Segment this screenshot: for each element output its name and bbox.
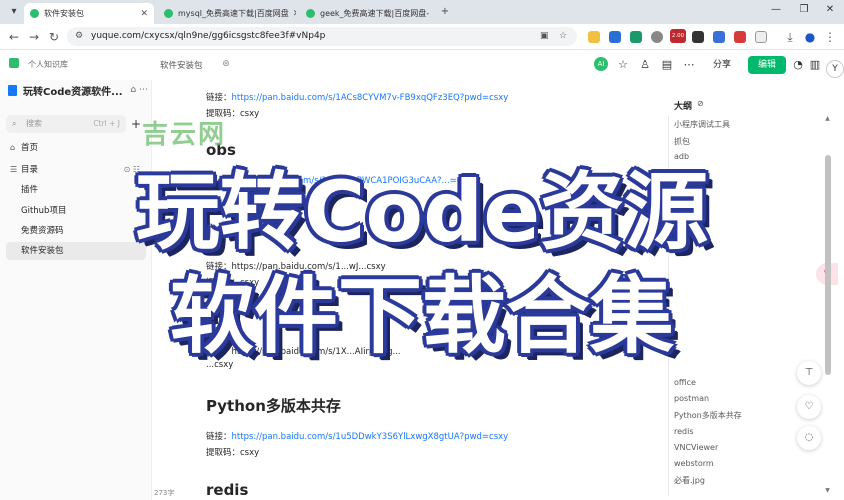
doc-link[interactable]: https://pan.baidu.com/s/1u5DDwkY3S6YlLxw… — [232, 432, 509, 442]
doc-heading: redis — [206, 481, 249, 499]
like-icon[interactable]: ♡ — [797, 395, 821, 419]
outline-item[interactable]: 小程序调试工具 — [674, 119, 730, 130]
tab-search-icon[interactable]: ▾ — [6, 4, 22, 20]
outline-item[interactable]: adb — [674, 152, 689, 161]
forward-icon[interactable]: → — [26, 29, 42, 45]
tab-geek[interactable]: geek_免费高速下载|百度网盘- ✕ — [300, 3, 434, 24]
eye-off-icon[interactable]: ⊘ — [697, 99, 704, 108]
outline-item[interactable]: 必看.jpg — [674, 475, 705, 486]
overlay-title-line2: 软件下载合集 — [169, 267, 674, 365]
extension-icon[interactable] — [713, 31, 725, 43]
tab-label: 软件安装包 — [44, 9, 84, 18]
watermark-text: 吉云网 — [142, 120, 227, 150]
search-icon: ⌕ — [12, 119, 17, 128]
home-icon: ⌂ — [10, 143, 16, 152]
outline-item[interactable]: webstorm — [674, 459, 714, 468]
back-to-top-icon[interactable]: ⊤ — [797, 361, 821, 385]
bookmark-star-icon[interactable]: ☆ — [559, 27, 567, 46]
share-button[interactable]: 分享 — [713, 57, 731, 70]
reload-icon[interactable]: ↻ — [46, 29, 62, 45]
site-info-icon[interactable]: ⚙ — [75, 27, 83, 46]
star-icon[interactable]: ☆ — [616, 58, 630, 71]
address-bar[interactable]: ⚙ yuque.com/cxycsx/qln9ne/gg6icsgstc8fee… — [67, 27, 577, 46]
tab-close-icon[interactable]: ✕ — [429, 9, 434, 19]
comment-icon[interactable]: ◌ — [797, 426, 821, 450]
link-label: 链接： — [206, 432, 232, 442]
maximize-icon[interactable]: ❐ — [794, 4, 814, 15]
link-label: 链接： — [206, 93, 232, 103]
sidebar-item-home[interactable]: ⌂ 首页 — [6, 139, 146, 157]
share-scope-icon[interactable]: ⊛ — [219, 59, 233, 69]
search-shortcut: Ctrl + J — [93, 119, 120, 128]
menu-kebab-icon[interactable]: ⋮ — [822, 29, 838, 45]
folder-extension-icon[interactable] — [588, 31, 600, 43]
tab-label: geek_免费高速下载|百度网盘- — [320, 9, 430, 18]
scroll-up-icon[interactable]: ▲ — [823, 115, 832, 125]
outline-item[interactable]: postman — [674, 394, 709, 403]
extensions-puzzle-icon[interactable] — [755, 31, 767, 43]
yuque-favicon-icon — [30, 9, 39, 18]
back-icon[interactable]: ← — [6, 29, 22, 45]
panel-toggle-icon[interactable]: ▥ — [808, 58, 822, 71]
tab-active[interactable]: 软件安装包 ✕ — [24, 3, 154, 24]
doc-line: 链接：https://pan.baidu.com/s/1u5DDwkY3S6Yl… — [206, 430, 508, 442]
outline-item[interactable]: office — [674, 378, 696, 387]
edit-button[interactable]: 编辑 — [748, 56, 786, 74]
search-placeholder: 搜索 — [26, 119, 42, 128]
breadcrumb[interactable]: 软件安装包 — [160, 59, 203, 71]
assistant-logo-icon[interactable]: Y — [826, 60, 844, 78]
avatar[interactable]: AI — [594, 57, 608, 71]
personal-kb-link[interactable]: 个人知识库 — [28, 59, 68, 70]
url-text: yuque.com/cxycsx/qln9ne/gg6icsgstc8fee3f… — [91, 31, 326, 41]
tab-mysql[interactable]: mysql_免费高速下载|百度网盘 ✕ — [158, 3, 296, 24]
chat-icon[interactable]: ◔ — [791, 58, 805, 71]
add-doc-button[interactable]: + — [131, 115, 141, 133]
tab-label: mysql_免费高速下载|百度网盘 — [178, 9, 289, 18]
screen-cast-icon[interactable]: ▣ — [540, 27, 549, 46]
kb-title-text: 玩转Code资源软件... — [23, 86, 123, 98]
outline-item[interactable]: VNCViewer — [674, 443, 718, 452]
extension-icon[interactable] — [692, 31, 704, 43]
minimize-icon[interactable]: — — [766, 4, 786, 15]
search-input[interactable]: ⌕ 搜索 Ctrl + J — [6, 115, 126, 133]
yuque-logo-icon[interactable] — [9, 58, 19, 68]
browser-tab-strip: ▾ 软件安装包 ✕ mysql_免费高速下载|百度网盘 ✕ geek_免费高速下… — [0, 0, 844, 24]
profile-icon[interactable]: ● — [802, 29, 818, 45]
more-icon[interactable]: ⋯ — [682, 58, 696, 71]
outline-item[interactable]: Python多版本共存 — [674, 410, 742, 421]
overlay-title-line1: 玩转Code资源 — [135, 163, 709, 261]
doc-heading: Python多版本共存 — [206, 397, 341, 415]
outline-title: 大纲 — [674, 102, 693, 112]
book-icon — [8, 84, 17, 96]
extension-icon[interactable] — [734, 31, 746, 43]
tab-close-icon[interactable]: ✕ — [289, 9, 296, 19]
extension-icon[interactable] — [609, 31, 621, 43]
sidebar-item-label: 首页 — [21, 143, 39, 153]
badge-extension-icon[interactable]: 2.00 — [670, 29, 686, 43]
tab-close-icon[interactable]: ✕ — [136, 9, 148, 19]
download-icon[interactable]: ⤓ — [782, 29, 798, 45]
knowledge-base-title[interactable]: 玩转Code资源软件... ⌂ ⋯ — [8, 82, 148, 98]
comment-board-icon[interactable]: ▤ — [660, 58, 674, 71]
baidu-favicon-icon — [306, 9, 315, 18]
doc-link[interactable]: https://pan.baidu.com/s/1ACs8CYVM7v-FB9x… — [232, 93, 509, 103]
browser-toolbar: ← → ↻ ⚙ yuque.com/cxycsx/qln9ne/gg6icsgs… — [0, 24, 844, 50]
collaborate-icon[interactable]: ♙ — [638, 58, 652, 71]
extension-icon[interactable] — [630, 31, 642, 43]
more-options-icon[interactable]: ⌂ ⋯ — [130, 85, 148, 95]
app-header: 个人知识库 软件安装包 ⊛ AI ☆ ♙ ▤ ⋯ 分享 编辑 ◔ ▥ Y — [0, 50, 844, 80]
outline-item[interactable]: redis — [674, 427, 694, 436]
extension-icon[interactable] — [651, 31, 663, 43]
outline-item[interactable]: 抓包 — [674, 136, 690, 147]
close-window-icon[interactable]: ✕ — [820, 4, 840, 15]
scroll-down-icon[interactable]: ▼ — [823, 487, 832, 497]
doc-line: 链接：https://pan.baidu.com/s/1ACs8CYVM7v-F… — [206, 91, 508, 103]
baidu-favicon-icon — [164, 9, 173, 18]
extraction-code: 提取码：csxy — [206, 448, 260, 458]
new-tab-button[interactable]: + — [437, 4, 453, 20]
